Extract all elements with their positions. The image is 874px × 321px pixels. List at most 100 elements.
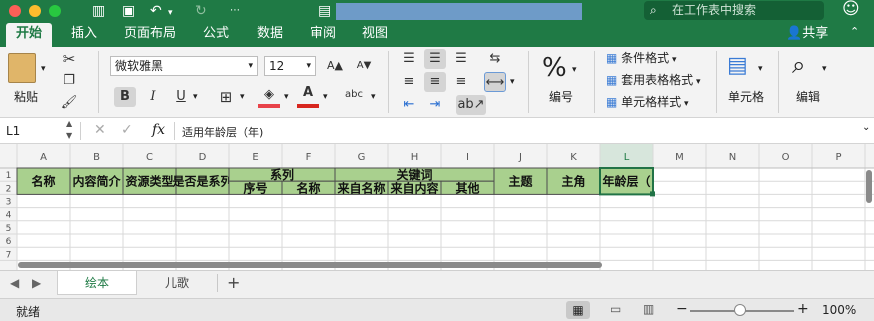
column-header-m[interactable]: M	[675, 152, 684, 163]
cancel-entry-icon[interactable]: ✕	[94, 122, 106, 138]
align-center-icon[interactable]: ≡	[424, 72, 446, 92]
underline-button[interactable]: U	[170, 87, 192, 107]
merge-dropdown-icon[interactable]: ▾	[510, 77, 515, 87]
redo-icon[interactable]: ↻	[195, 2, 207, 20]
header-other-cell[interactable]: 其他	[455, 180, 479, 195]
column-header-l[interactable]: L	[624, 152, 630, 163]
tab-data[interactable]: 数据	[252, 23, 288, 47]
conditional-format-button[interactable]: ▦ 条件格式 ▾	[606, 51, 677, 67]
column-header-a[interactable]: A	[40, 152, 47, 163]
row-header-7[interactable]: 7	[6, 250, 12, 260]
tab-home[interactable]: 开始	[6, 23, 52, 47]
column-header-c[interactable]: C	[146, 152, 153, 163]
row-header-5[interactable]: 5	[6, 224, 12, 234]
save-icon[interactable]: ▣	[122, 2, 135, 20]
borders-icon[interactable]: ⊞	[215, 87, 237, 107]
wrap-text-icon[interactable]: ⇆	[484, 49, 506, 69]
header-series-number-cell[interactable]: 序号	[243, 180, 267, 195]
percent-icon[interactable]: %	[542, 53, 567, 83]
name-box[interactable]: L1	[6, 124, 20, 138]
header-theme-cell[interactable]: 主题	[508, 174, 533, 189]
next-sheet-icon[interactable]: ▶	[32, 276, 41, 290]
column-header-k[interactable]: K	[570, 152, 577, 163]
page-break-view-icon[interactable]: ▥	[643, 302, 654, 316]
vertical-scrollbar[interactable]	[866, 170, 872, 203]
fill-handle[interactable]	[650, 191, 655, 197]
column-header-i[interactable]: I	[466, 152, 469, 163]
align-left-icon[interactable]: ≡	[398, 72, 420, 92]
find-icon[interactable]: ⌕	[792, 51, 805, 79]
column-header-b[interactable]: B	[93, 152, 100, 163]
align-middle-icon[interactable]: ☰	[424, 49, 446, 69]
sidebar-toggle-icon[interactable]: ▥	[92, 2, 105, 20]
row-header-3[interactable]: 3	[6, 198, 12, 208]
align-right-icon[interactable]: ≡	[450, 72, 472, 92]
header-series-name-cell[interactable]: 名称	[296, 180, 320, 195]
row-header-2[interactable]: 2	[6, 184, 12, 194]
column-header-d[interactable]: D	[199, 152, 207, 163]
header-name-cell[interactable]: 名称	[31, 174, 55, 189]
paste-dropdown-icon[interactable]: ▾	[41, 64, 46, 74]
column-header-p[interactable]: P	[835, 152, 841, 163]
header-from-name-cell[interactable]: 来自名称	[336, 180, 385, 195]
decrease-font-size-button[interactable]: A▼	[351, 56, 377, 76]
underline-dropdown-icon[interactable]: ▾	[193, 92, 198, 102]
share-button[interactable]: 👤共享	[786, 23, 828, 47]
name-box-stepper-icon[interactable]: ▲ ▼	[66, 118, 72, 142]
fill-dropdown-icon[interactable]: ▾	[284, 92, 289, 102]
font-name-select[interactable]: 微软雅黑 ▾	[110, 56, 258, 76]
header-is-series-cell[interactable]: 是否是系列	[171, 174, 232, 189]
header-age-group-cell[interactable]: 年龄层（	[602, 174, 650, 189]
expand-formula-icon[interactable]: ⌄	[862, 122, 870, 133]
header-from-content-cell[interactable]: 来自内容	[389, 180, 438, 195]
fill-color-icon[interactable]: ◈	[258, 85, 280, 105]
borders-dropdown-icon[interactable]: ▾	[240, 92, 245, 102]
cut-icon[interactable]: ✂	[58, 49, 80, 69]
tab-view[interactable]: 视图	[357, 23, 393, 47]
zoom-window-button[interactable]	[49, 5, 61, 17]
number-dropdown-icon[interactable]: ▾	[572, 65, 577, 75]
header-keywords-cell[interactable]: 关键词	[396, 167, 432, 182]
font-color-dropdown-icon[interactable]: ▾	[323, 92, 328, 102]
tab-page-layout[interactable]: 页面布局	[118, 23, 182, 47]
increase-font-size-button[interactable]: A▲	[322, 56, 348, 76]
close-window-button[interactable]	[9, 5, 21, 17]
tab-review[interactable]: 审阅	[305, 23, 341, 47]
smiley-feedback-icon[interactable]: ☺	[842, 0, 860, 18]
undo-icon[interactable]: ↶	[150, 2, 162, 20]
worksheet-grid[interactable]: A B C D E F G H I J K L M N O P 1 2 3 4 5 6 7 名称 内容简介 资源类型 是否是系列…	[0, 144, 874, 270]
header-summary-cell[interactable]: 内容简介	[72, 174, 121, 189]
format-painter-icon[interactable]: 🖌	[58, 93, 80, 113]
add-sheet-button[interactable]: +	[227, 273, 240, 292]
column-header-e[interactable]: E	[252, 152, 258, 163]
align-top-icon[interactable]: ☰	[398, 49, 420, 69]
column-header-g[interactable]: G	[358, 152, 366, 163]
sheet-tab-nursery-rhymes[interactable]: 儿歌	[137, 271, 217, 295]
header-protagonist-cell[interactable]: 主角	[561, 174, 585, 189]
zoom-out-button[interactable]: −	[676, 301, 688, 317]
customize-toolbar-icon[interactable]: ⋯	[230, 2, 240, 20]
decrease-indent-icon[interactable]: ⇤	[398, 95, 420, 115]
column-header-h[interactable]: H	[411, 152, 419, 163]
formula-input[interactable]: 适用年龄层（年)	[182, 124, 263, 140]
orientation-icon[interactable]: ab↗	[456, 95, 486, 115]
sheet-tab-picture-book[interactable]: 绘本	[57, 271, 137, 295]
column-header-n[interactable]: N	[729, 152, 736, 163]
paste-icon[interactable]	[8, 53, 36, 83]
cell-styles-button[interactable]: ▦ 单元格样式 ▾	[606, 95, 689, 111]
cells-icon[interactable]: ▤	[727, 53, 748, 78]
font-size-select[interactable]: 12 ▾	[264, 56, 316, 76]
column-header-f[interactable]: F	[306, 152, 312, 163]
undo-dropdown-icon[interactable]: ▾	[168, 4, 173, 22]
collapse-ribbon-icon[interactable]: ⌃	[850, 25, 859, 38]
align-bottom-icon[interactable]: ☰	[450, 49, 472, 69]
font-color-icon[interactable]: A	[297, 83, 319, 103]
format-as-table-button[interactable]: ▦ 套用表格格式 ▾	[606, 73, 701, 89]
increase-indent-icon[interactable]: ⇥	[424, 95, 446, 115]
edit-dropdown-icon[interactable]: ▾	[822, 64, 827, 74]
tab-formulas[interactable]: 公式	[198, 23, 234, 47]
insert-function-button[interactable]: fx	[152, 122, 165, 138]
normal-view-icon[interactable]: ▦	[566, 301, 590, 319]
horizontal-scrollbar[interactable]	[18, 262, 602, 268]
column-header-o[interactable]: O	[782, 152, 790, 163]
